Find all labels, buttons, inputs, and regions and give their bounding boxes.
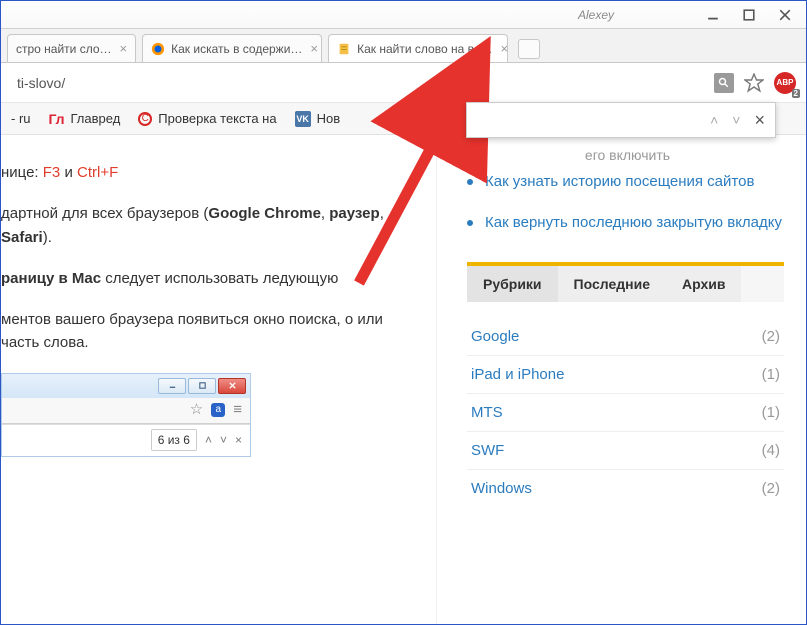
url-input[interactable] [11, 71, 714, 95]
sidebar-link[interactable]: Как узнать историю посещения сайтов [485, 173, 754, 190]
find-input[interactable] [477, 113, 696, 128]
vk-icon: VK [295, 111, 311, 127]
find-in-page-bar: ˄ ˅ × [466, 102, 776, 138]
category-row[interactable]: Google(2) [467, 318, 784, 356]
close-icon[interactable]: × [310, 41, 318, 56]
find-prev-button[interactable]: ˄ [710, 112, 718, 128]
sidebar: его включить Как узнать историю посещени… [436, 135, 806, 624]
close-icon[interactable]: × [501, 41, 509, 56]
user-label: Alexey [578, 8, 614, 22]
new-tab-button[interactable] [518, 39, 540, 59]
browser-tab-1[interactable]: Как искать в содержи… × [142, 34, 322, 62]
glavred-icon: Гл [49, 111, 65, 127]
tab-title: Как найти слово на ве… [357, 42, 492, 56]
category-row[interactable]: Windows(2) [467, 470, 784, 507]
widget-tab-recent[interactable]: Последние [558, 266, 666, 302]
widget-tab-archive[interactable]: Архив [666, 266, 741, 302]
tab-title: стро найти сло… [16, 42, 112, 56]
sidebar-cutoff-text: его включить [467, 147, 784, 163]
category-row[interactable]: iPad и iPhone(1) [467, 356, 784, 394]
mini-chevron-down-icon: ˅ [220, 431, 227, 450]
category-widget: Рубрики Последние Архив Google(2) iPad и… [467, 262, 784, 507]
abp-count: 2 [792, 89, 800, 98]
firefox-icon [151, 42, 165, 56]
category-row[interactable]: MTS(1) [467, 394, 784, 432]
close-button[interactable] [768, 5, 802, 25]
mini-minimize-icon [158, 378, 186, 394]
maximize-button[interactable] [732, 5, 766, 25]
mini-menu-icon: ≡ [233, 398, 242, 421]
find-close-button[interactable]: × [754, 110, 765, 131]
related-links: Как узнать историю посещения сайтов Как … [467, 171, 784, 234]
category-row[interactable]: SWF(4) [467, 432, 784, 470]
mini-maximize-icon [188, 378, 216, 394]
bookmark-item[interactable]: CПроверка текста на [138, 111, 276, 126]
window-titlebar: Alexey [1, 1, 806, 29]
kbd-f3: F3 [43, 164, 61, 181]
sidebar-link[interactable]: Как вернуть последнюю закрытую вкладку [485, 214, 782, 231]
mini-star-icon: ☆ [190, 398, 203, 421]
annotation-arrow [349, 123, 469, 298]
browser-tab-2[interactable]: Как найти слово на ве… × [328, 34, 508, 62]
tab-strip: стро найти сло… × Как искать в содержи… … [1, 29, 806, 63]
page-icon [337, 42, 351, 56]
browser-tab-0[interactable]: стро найти сло… × [7, 34, 136, 62]
minimize-button[interactable] [696, 5, 730, 25]
mini-close-x-icon: × [235, 431, 242, 450]
embedded-screenshot: ☆ a ≡ 6 из 6 ˄ ˅ × [1, 373, 251, 457]
bookmark-item[interactable]: VKНов [295, 111, 341, 127]
mini-amigo-icon: a [211, 403, 225, 417]
abp-extension-icon[interactable]: ABP 2 [774, 72, 796, 94]
kbd-ctrl-f: Ctrl+F [77, 164, 118, 181]
bookmark-item[interactable]: - ru [11, 111, 31, 126]
abp-label: ABP [777, 78, 794, 87]
tab-title: Как искать в содержи… [171, 42, 302, 56]
find-next-button[interactable]: ˅ [732, 112, 740, 128]
close-icon[interactable]: × [120, 41, 128, 56]
mini-close-icon [218, 378, 246, 394]
mini-chevron-up-icon: ˄ [205, 431, 212, 450]
list-item: Как узнать историю посещения сайтов [467, 171, 784, 194]
mini-find-count: 6 из 6 [151, 429, 197, 452]
bookmark-star-icon[interactable] [744, 73, 764, 93]
list-item: Как вернуть последнюю закрытую вкладку [467, 212, 784, 235]
search-icon[interactable] [714, 73, 734, 93]
widget-tab-rubrics[interactable]: Рубрики [467, 266, 558, 302]
bookmark-item[interactable]: ГлГлавред [49, 111, 121, 127]
address-bar: ABP 2 [1, 63, 806, 103]
copyright-icon: C [138, 112, 152, 126]
